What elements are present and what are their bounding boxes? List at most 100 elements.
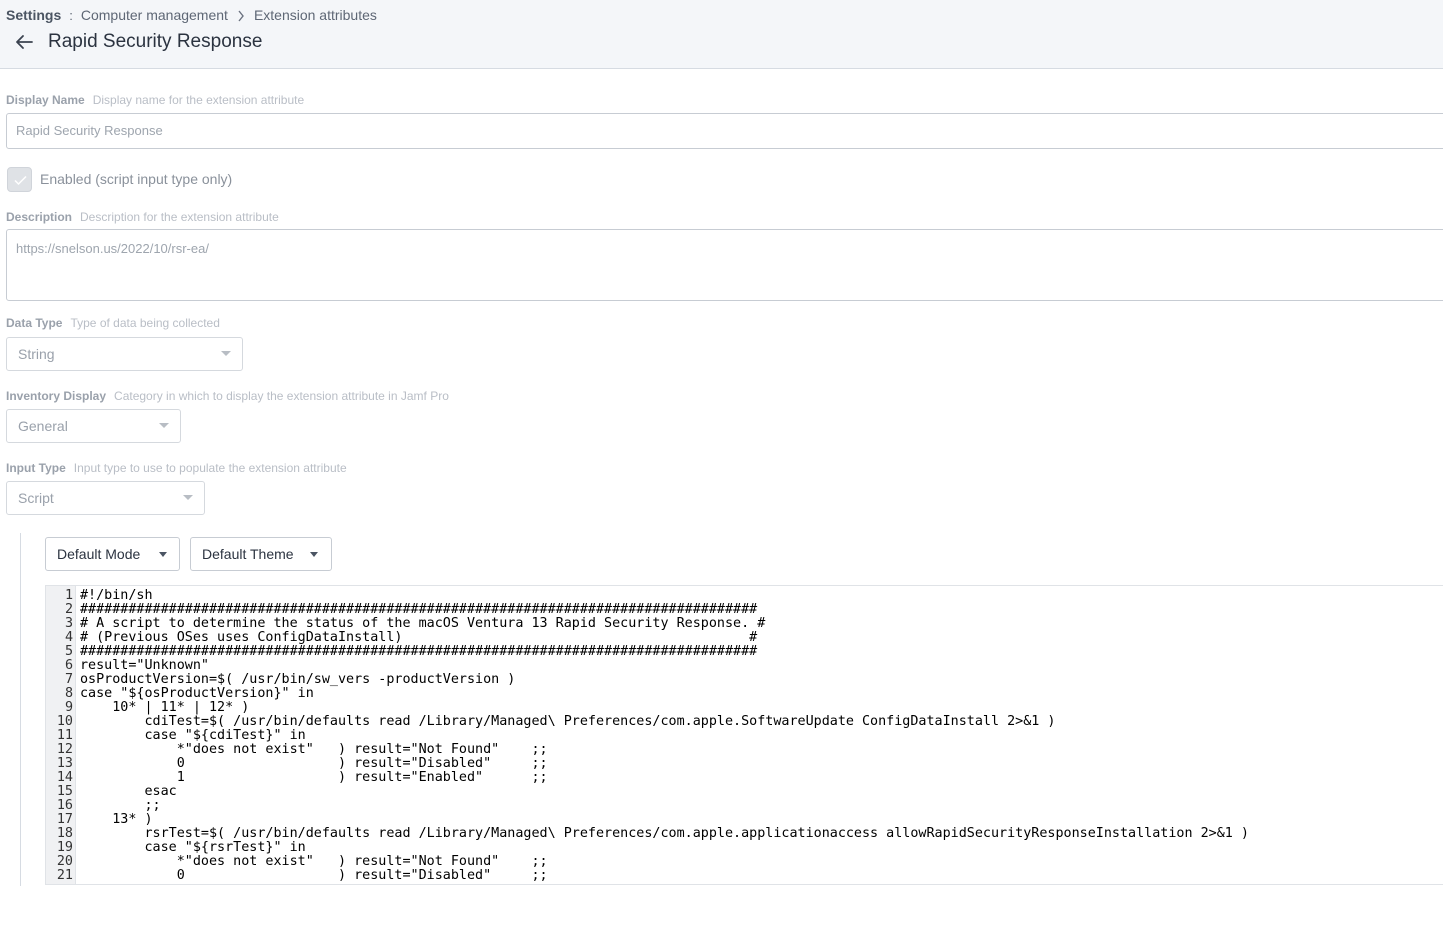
code-lines: 1 #!/bin/sh 2 #############################… xyxy=(46,589,1249,883)
code-line[interactable]: 16 ;; xyxy=(46,799,1249,813)
line-text: 13* ) xyxy=(80,812,153,827)
code-line[interactable]: 14 1 ) result="Enabled" ;; xyxy=(46,771,1249,785)
line-text: esac xyxy=(80,784,177,799)
line-text: *"does not exist" ) result="Not Found" ;… xyxy=(80,854,548,869)
line-text: #!/bin/sh xyxy=(80,588,153,603)
line-text: 10* | 11* | 12* ) xyxy=(80,700,250,715)
code-line[interactable]: 13 0 ) result="Disabled" ;; xyxy=(46,757,1249,771)
line-text: case "${rsrTest}" in xyxy=(80,840,306,855)
line-number: 10 xyxy=(56,714,73,729)
data-type-hint: Type of data being collected xyxy=(70,316,220,330)
line-text: # A script to determine the status of th… xyxy=(80,616,766,631)
chevron-right-icon xyxy=(237,9,245,22)
inventory-display-hint: Category in which to display the extensi… xyxy=(114,389,449,403)
editor-mode-label: Default Mode xyxy=(57,546,141,562)
breadcrumb-extension-attributes: Extension attributes xyxy=(253,7,377,23)
code-line[interactable]: 20 *"does not exist" ) result="Not Found… xyxy=(46,855,1249,869)
code-line[interactable]: 18 rsrTest=$( /usr/bin/defaults read /Li… xyxy=(46,827,1249,841)
code-line[interactable]: 4 # (Previous OSes uses ConfigDataInstall… xyxy=(46,631,1249,645)
code-editor[interactable]: 1 #!/bin/sh 2 #############################… xyxy=(45,585,1443,885)
enabled-checkbox-label: Enabled (script input type only) xyxy=(40,171,233,187)
input-type-label-text: Input Type xyxy=(6,461,66,475)
inventory-display-label: Inventory Display Category in which to di… xyxy=(6,389,449,403)
input-type-select[interactable]: Script xyxy=(6,481,205,515)
data-type-label-text: Data Type xyxy=(6,316,63,330)
line-text: cdiTest=$( /usr/bin/defaults read /Libra… xyxy=(80,714,1056,729)
line-number: 15 xyxy=(56,784,73,799)
code-line[interactable]: 19 case "${rsrTest}" in xyxy=(46,841,1249,855)
line-text: ########################################… xyxy=(80,644,758,659)
code-line[interactable]: 1 #!/bin/sh xyxy=(46,589,1249,603)
line-number: 11 xyxy=(56,728,73,743)
line-text: case "${osProductVersion}" in xyxy=(80,686,314,701)
data-type-label: Data Type Type of data being collected xyxy=(6,316,220,330)
line-text: rsrTest=$( /usr/bin/defaults read /Libra… xyxy=(80,826,1249,841)
line-number: 6 xyxy=(64,658,73,673)
display-name-label: Display Name Display name for the extensi… xyxy=(6,93,304,107)
description-field[interactable]: https://snelson.us/2022/10/rsr-ea/ xyxy=(6,229,1443,301)
editor-mode-dropdown[interactable]: Default Mode xyxy=(45,537,180,571)
chevron-down-icon xyxy=(221,351,231,356)
data-type-value: String xyxy=(18,346,55,362)
back-arrow-icon[interactable] xyxy=(12,32,36,52)
line-number: 12 xyxy=(56,742,73,757)
line-text: 0 ) result="Disabled" ;; xyxy=(80,868,548,883)
editor-theme-dropdown[interactable]: Default Theme xyxy=(190,537,332,571)
line-text: result="Unknown" xyxy=(80,658,209,673)
line-number: 7 xyxy=(64,672,73,687)
code-line[interactable]: 7 osProductVersion=$( /usr/bin/sw_vers -p… xyxy=(46,673,1249,687)
code-line[interactable]: 10 cdiTest=$( /usr/bin/defaults read /Li… xyxy=(46,715,1249,729)
description-label: Description Description for the extension… xyxy=(6,210,279,224)
line-number: 13 xyxy=(56,756,73,771)
display-name-label-text: Display Name xyxy=(6,93,85,107)
enabled-checkbox[interactable] xyxy=(7,167,32,192)
description-hint: Description for the extension attribute xyxy=(80,210,279,224)
breadcrumb-computer-management[interactable]: Computer management xyxy=(81,7,228,23)
line-number: 9 xyxy=(64,700,73,715)
chevron-down-icon xyxy=(183,495,193,500)
page-title: Rapid Security Response xyxy=(48,31,263,52)
line-text: case "${cdiTest}" in xyxy=(80,728,306,743)
inventory-display-select[interactable]: General xyxy=(6,409,181,443)
code-line[interactable]: 9 10* | 11* | 12* ) xyxy=(46,701,1249,715)
line-number: 17 xyxy=(56,812,73,827)
editor-theme-label: Default Theme xyxy=(202,546,294,562)
line-number: 14 xyxy=(56,770,73,785)
line-number: 3 xyxy=(64,616,73,631)
code-line[interactable]: 21 0 ) result="Disabled" ;; xyxy=(46,869,1249,883)
code-line[interactable]: 5 #######################################… xyxy=(46,645,1249,659)
line-text: ;; xyxy=(80,798,161,813)
data-type-select[interactable]: String xyxy=(6,337,243,371)
input-type-value: Script xyxy=(18,490,54,506)
line-number: 21 xyxy=(56,868,73,883)
line-text: ########################################… xyxy=(80,602,758,617)
breadcrumb-settings[interactable]: Settings xyxy=(6,7,61,23)
line-number: 2 xyxy=(64,602,73,617)
code-line[interactable]: 6 result="Unknown" xyxy=(46,659,1249,673)
code-line[interactable]: 3 # A script to determine the status of t… xyxy=(46,617,1249,631)
input-type-hint: Input type to use to populate the extens… xyxy=(73,461,347,475)
code-line[interactable]: 12 *"does not exist" ) result="Not Found… xyxy=(46,743,1249,757)
line-number: 16 xyxy=(56,798,73,813)
input-type-label: Input Type Input type to use to populate … xyxy=(6,461,347,475)
line-text: 1 ) result="Enabled" ;; xyxy=(80,770,548,785)
page-header: Settings : Computer management Extension… xyxy=(0,0,1443,69)
code-line[interactable]: 8 case "${osProductVersion}" in xyxy=(46,687,1249,701)
line-number: 1 xyxy=(64,588,73,603)
line-text: osProductVersion=$( /usr/bin/sw_vers -pr… xyxy=(80,672,516,687)
line-text: *"does not exist" ) result="Not Found" ;… xyxy=(80,742,548,757)
line-number: 20 xyxy=(56,854,73,869)
line-number: 8 xyxy=(64,686,73,701)
code-line[interactable]: 17 13* ) xyxy=(46,813,1249,827)
code-line[interactable]: 2 #######################################… xyxy=(46,603,1249,617)
line-text: # (Previous OSes uses ConfigDataInstall)… xyxy=(80,630,758,645)
chevron-down-icon xyxy=(159,423,169,428)
line-number: 18 xyxy=(56,826,73,841)
display-name-field[interactable]: Rapid Security Response xyxy=(6,113,1443,149)
line-number: 5 xyxy=(64,644,73,659)
code-line[interactable]: 11 case "${cdiTest}" in xyxy=(46,729,1249,743)
inventory-display-label-text: Inventory Display xyxy=(6,389,107,403)
display-name-hint: Display name for the extension attribute xyxy=(92,93,305,107)
checkmark-icon xyxy=(14,175,27,186)
code-line[interactable]: 15 esac xyxy=(46,785,1249,799)
